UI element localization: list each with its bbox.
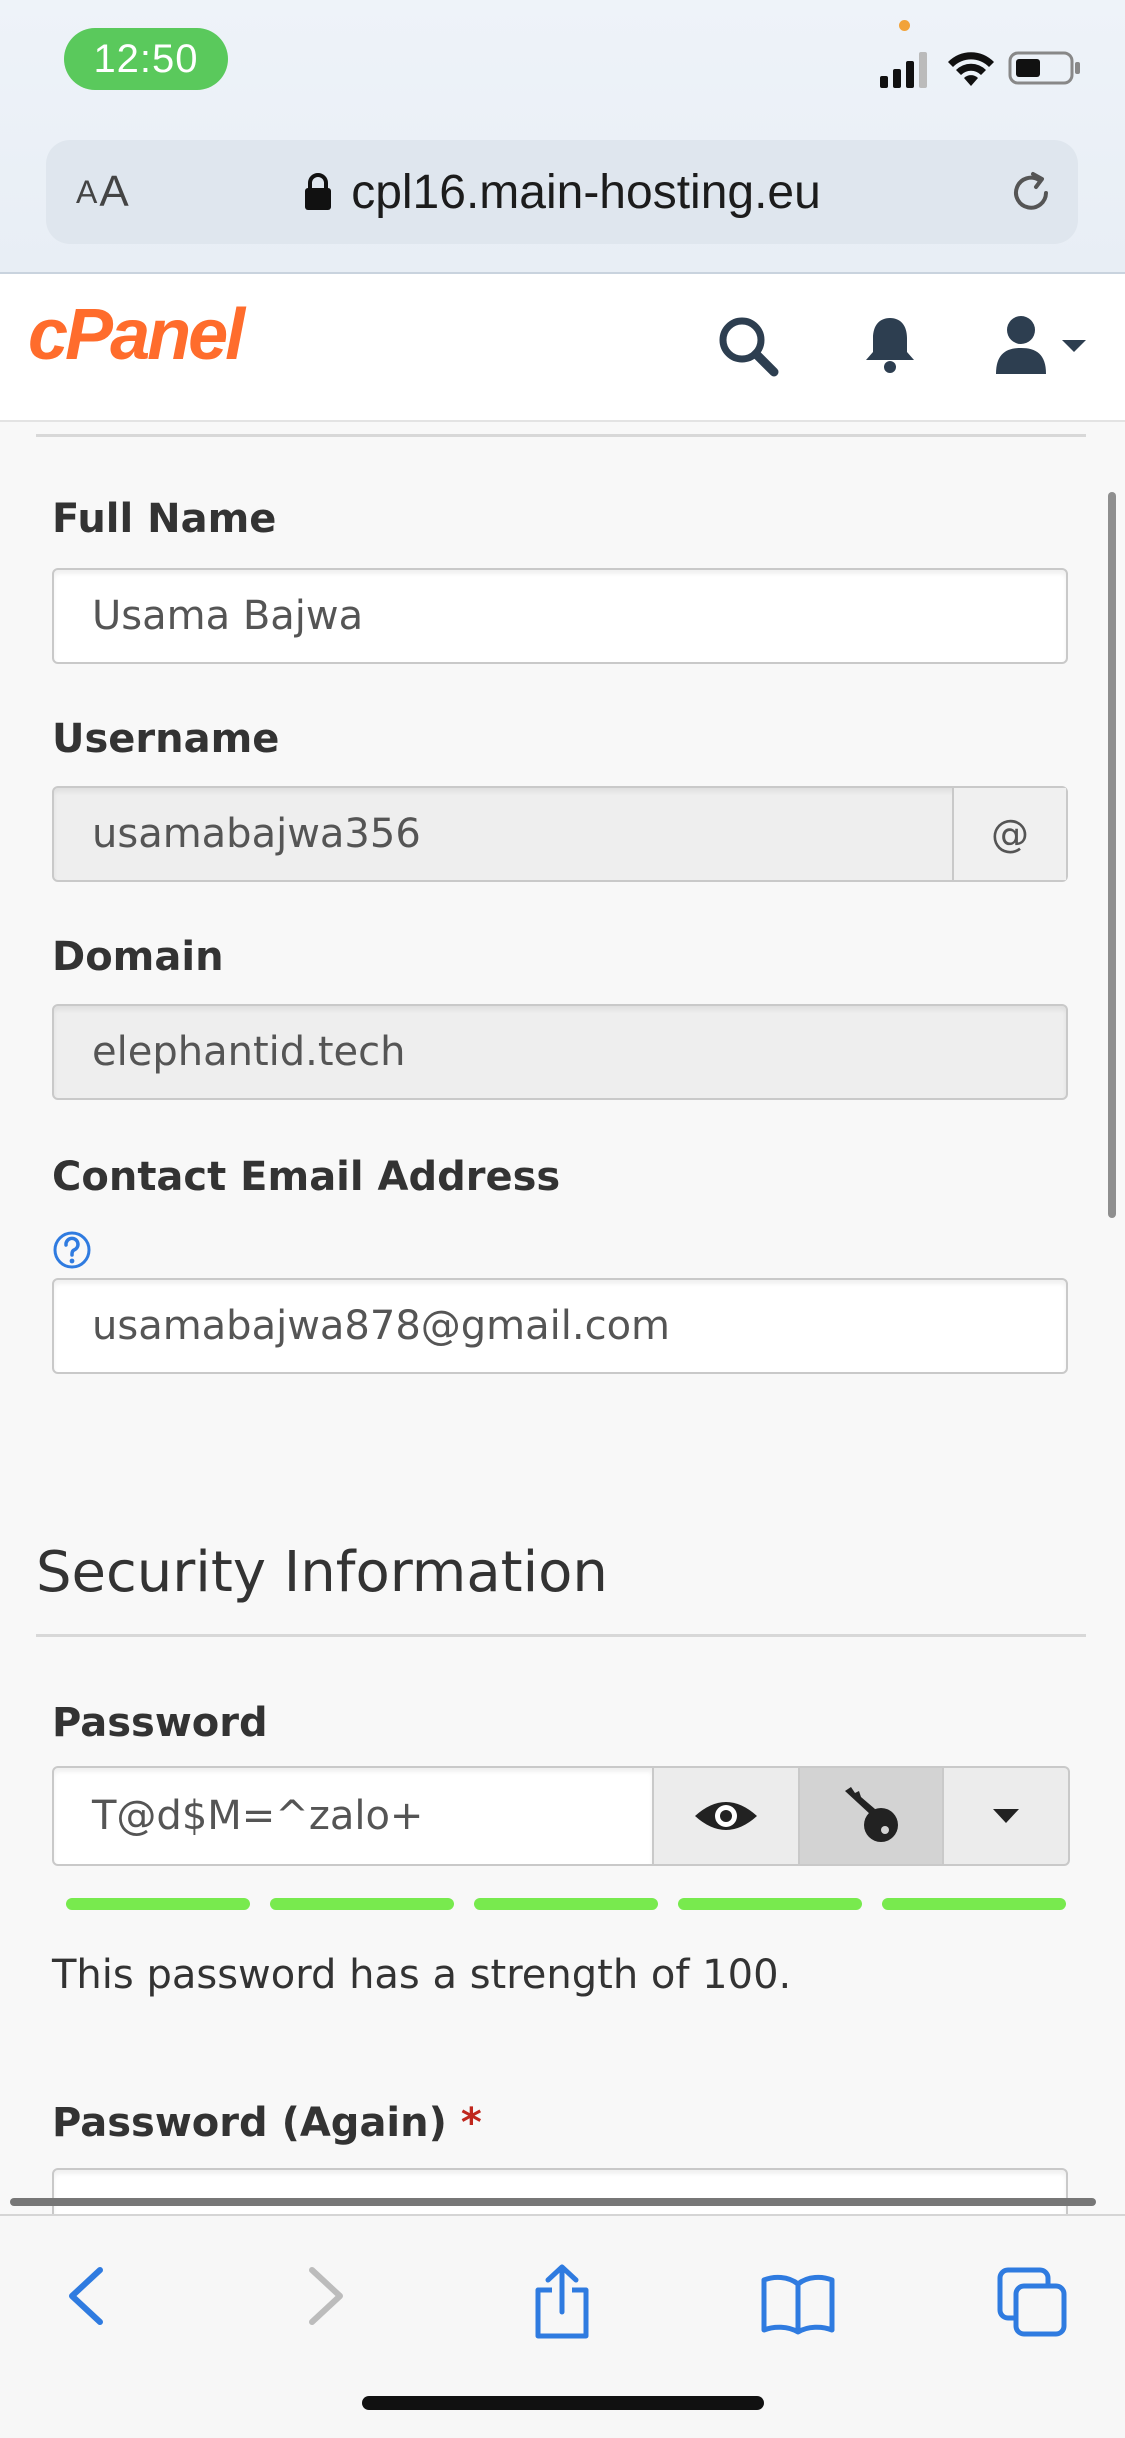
section-title-security: Security Information bbox=[36, 1540, 608, 1605]
browser-top-bar: 12:50 AA cpl16.main-hosting.eu bbox=[0, 0, 1125, 274]
strength-segment bbox=[474, 1898, 658, 1910]
domain-label: Domain bbox=[52, 934, 224, 980]
full-name-label: Full Name bbox=[52, 496, 277, 542]
username-input[interactable]: usamabajwa356 @ bbox=[52, 786, 1068, 882]
home-indicator[interactable] bbox=[362, 2396, 764, 2410]
search-icon[interactable] bbox=[716, 314, 782, 380]
password-input[interactable]: T@d$M=^zalo+ bbox=[52, 1766, 654, 1866]
password-strength-text: This password has a strength of 100. bbox=[52, 1952, 792, 1998]
eye-icon bbox=[695, 1802, 757, 1830]
chevron-down-icon[interactable] bbox=[1060, 338, 1088, 354]
lock-icon bbox=[305, 173, 332, 210]
reload-icon[interactable] bbox=[1006, 168, 1056, 218]
bell-icon[interactable] bbox=[862, 314, 918, 374]
account-form: Full Name Usama Bajwa Username usamabajw… bbox=[0, 420, 1125, 2220]
cpanel-header: cPanel bbox=[0, 274, 1125, 422]
password-again-label: Password (Again) * bbox=[52, 2100, 482, 2146]
user-icon[interactable] bbox=[994, 314, 1048, 376]
strength-segment bbox=[882, 1898, 1066, 1910]
cpanel-logo[interactable]: cPanel bbox=[28, 294, 245, 376]
divider bbox=[36, 1634, 1086, 1637]
at-sign-addon: @ bbox=[952, 788, 1066, 880]
cellular-signal-icon bbox=[880, 52, 927, 88]
generate-password-button[interactable] bbox=[800, 1766, 944, 1866]
battery-icon bbox=[1008, 51, 1080, 85]
password-input-group: T@d$M=^zalo+ bbox=[52, 1766, 1070, 1866]
password-options-dropdown[interactable] bbox=[944, 1766, 1070, 1866]
strength-segment bbox=[678, 1898, 862, 1910]
url-display[interactable]: cpl16.main-hosting.eu bbox=[46, 140, 1078, 244]
key-icon bbox=[845, 1787, 898, 1842]
tabs-icon[interactable] bbox=[996, 2266, 1068, 2338]
domain-input[interactable]: elephantid.tech bbox=[52, 1004, 1068, 1100]
divider bbox=[36, 434, 1086, 437]
required-marker: * bbox=[460, 2100, 482, 2146]
username-label: Username bbox=[52, 716, 280, 762]
password-strength-meter bbox=[66, 1898, 1066, 1910]
contact-email-input[interactable]: usamabajwa878@gmail.com bbox=[52, 1278, 1068, 1374]
show-password-button[interactable] bbox=[654, 1766, 800, 1866]
password-again-input[interactable] bbox=[52, 2168, 1068, 2220]
bookmarks-icon[interactable] bbox=[760, 2272, 836, 2336]
chevron-down-icon bbox=[993, 1809, 1019, 1823]
help-icon[interactable] bbox=[52, 1230, 92, 1270]
status-time: 12:50 bbox=[64, 28, 228, 90]
password-label: Password bbox=[52, 1700, 268, 1746]
back-icon[interactable] bbox=[62, 2264, 110, 2328]
address-bar[interactable]: AA cpl16.main-hosting.eu bbox=[46, 140, 1078, 244]
contact-email-label: Contact Email Address bbox=[52, 1154, 561, 1200]
username-value: usamabajwa356 bbox=[92, 811, 421, 857]
password-again-label-text: Password (Again) bbox=[52, 2100, 447, 2146]
privacy-indicator-dot bbox=[899, 20, 910, 31]
forward-icon[interactable] bbox=[302, 2264, 350, 2328]
strength-segment bbox=[66, 1898, 250, 1910]
full-name-input[interactable]: Usama Bajwa bbox=[52, 568, 1068, 664]
share-icon[interactable] bbox=[530, 2264, 594, 2340]
wifi-icon bbox=[948, 52, 994, 86]
url-text: cpl16.main-hosting.eu bbox=[351, 165, 821, 219]
strength-segment bbox=[270, 1898, 454, 1910]
page-load-indicator bbox=[10, 2198, 1096, 2206]
page-scrollbar[interactable] bbox=[1108, 492, 1116, 1218]
